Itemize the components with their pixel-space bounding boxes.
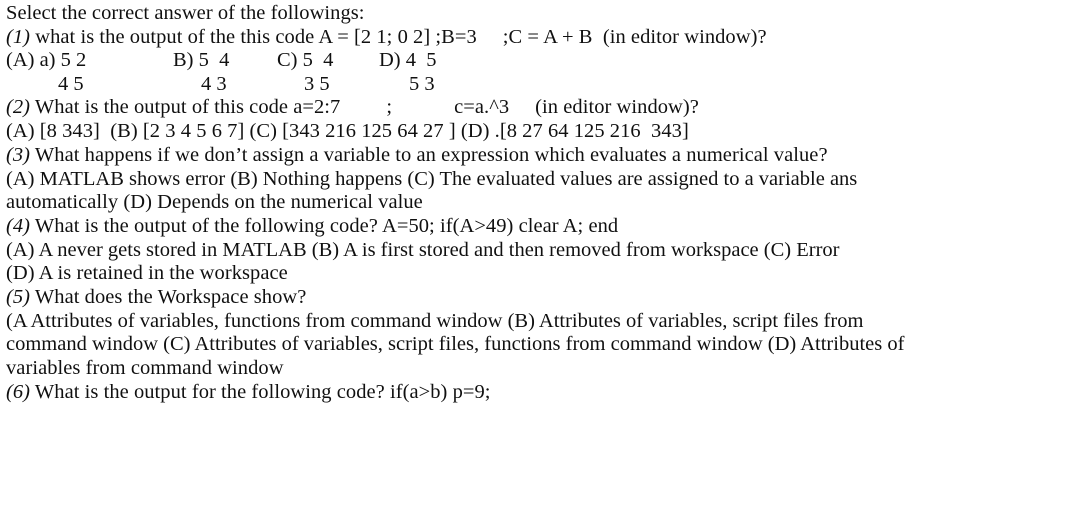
question-2-tail: (in editor window)? bbox=[535, 96, 699, 119]
question-4-body: What is the output of the following code… bbox=[34, 214, 619, 237]
question-1-body: what is the output of the this code A = … bbox=[35, 25, 477, 48]
option-1-b[interactable]: B) 5 4 bbox=[173, 49, 277, 73]
option-1-b-value: 5 4 bbox=[198, 49, 230, 72]
question-6-body: What is the output for the following cod… bbox=[34, 380, 491, 403]
option-1-c-label: C) bbox=[277, 49, 298, 72]
question-2-options[interactable]: (A) [8 343] (B) [2 3 4 5 6 7] (C) [343 2… bbox=[6, 120, 1074, 144]
question-5-body: What does the Workspace show? bbox=[34, 286, 307, 309]
document-page: Select the correct answer of the followi… bbox=[0, 0, 1080, 512]
question-4-options-continuation[interactable]: (D) A is retained in the workspace bbox=[6, 262, 1074, 286]
question-2-code-separator: ; bbox=[386, 96, 393, 119]
question-1-number: (1) bbox=[6, 25, 31, 48]
question-3-body: What happens if we don’t assign a variab… bbox=[34, 143, 828, 166]
option-1-a[interactable]: (A) a) 5 2 bbox=[6, 49, 173, 73]
option-1-c-value: 5 4 bbox=[302, 49, 334, 72]
question-3-options-continuation[interactable]: automatically (D) Depends on the numeric… bbox=[6, 191, 1074, 215]
question-3-line: (3) What happens if we don’t assign a va… bbox=[6, 144, 1074, 168]
question-1-line: (1) what is the output of the this code … bbox=[6, 26, 1074, 50]
question-list: Select the correct answer of the followi… bbox=[6, 2, 1074, 405]
option-1-c[interactable]: C) 5 4 bbox=[277, 49, 379, 73]
question-6-number: (6) bbox=[6, 380, 31, 403]
question-3-options[interactable]: (A) MATLAB shows error (B) Nothing happe… bbox=[6, 168, 1072, 192]
question-5-number: (5) bbox=[6, 286, 31, 309]
question-1-options: (A) a) 5 2 B) 5 4 C) 5 4 D) 4 5 4 54 33 55 … bbox=[6, 49, 1074, 96]
question-6-line: (6) What is the output for the following… bbox=[6, 381, 1074, 405]
page-heading: Select the correct answer of the followi… bbox=[6, 2, 365, 24]
question-4-number: (4) bbox=[6, 214, 31, 237]
question-5-options[interactable]: (A Attributes of variables, functions fr… bbox=[6, 310, 1072, 334]
option-1-b-row2: 4 3 bbox=[201, 73, 227, 96]
question-2-number: (2) bbox=[6, 96, 31, 119]
option-1-c-row2: 3 5 bbox=[304, 73, 330, 96]
option-1-a-row2: 4 5 bbox=[58, 73, 84, 96]
option-1-d[interactable]: D) 4 5 bbox=[379, 49, 479, 73]
question-2-code-tail: c=a.^3 bbox=[454, 96, 510, 119]
question-3-number: (3) bbox=[6, 143, 31, 166]
question-2-line: (2) What is the output of this code a=2:… bbox=[6, 96, 1074, 120]
question-2-body: What is the output of this code a=2:7 bbox=[34, 96, 341, 119]
question-4-options[interactable]: (A) A never gets stored in MATLAB (B) A … bbox=[6, 239, 1072, 263]
option-1-b-label: B) bbox=[173, 49, 194, 72]
question-5-options-continuation[interactable]: variables from command window bbox=[6, 357, 1074, 381]
option-1-d-label: D) bbox=[379, 49, 401, 72]
question-4-line: (4) What is the output of the following … bbox=[6, 215, 1074, 239]
option-1-a-value: 5 2 bbox=[60, 49, 87, 72]
option-1-a-label: (A) a) bbox=[6, 49, 56, 72]
option-1-d-row2: 5 3 bbox=[409, 73, 435, 96]
question-1-options-row-1: (A) a) 5 2 B) 5 4 C) 5 4 D) 4 5 bbox=[6, 49, 1074, 73]
question-5-options-line-2[interactable]: command window (C) Attributes of variabl… bbox=[6, 333, 1072, 357]
question-5-line: (5) What does the Workspace show? bbox=[6, 286, 1074, 310]
question-1-options-row-2: 4 5 4 3 3 5 5 3 bbox=[6, 73, 1074, 97]
question-1-tail: ;C = A + B (in editor window)? bbox=[502, 25, 767, 48]
option-1-d-value: 4 5 bbox=[405, 49, 437, 72]
